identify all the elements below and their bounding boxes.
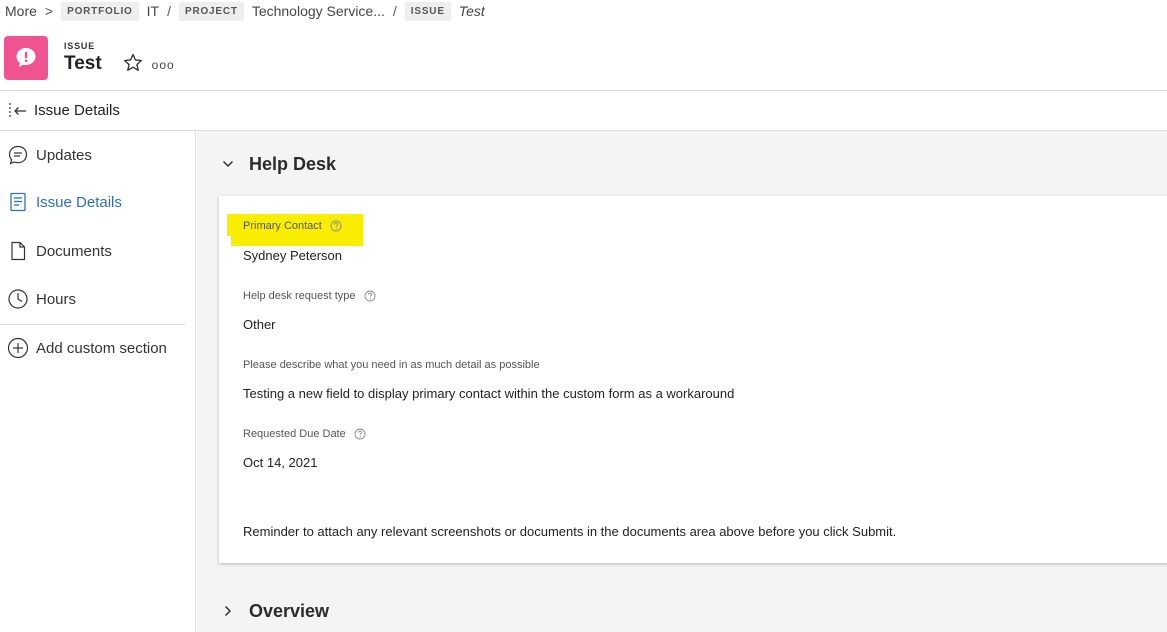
- help-desk-title: Help Desk: [249, 153, 337, 174]
- field-value-due-date[interactable]: Oct 14, 2021: [243, 455, 317, 470]
- primary-contact-highlight-mark: [227, 214, 235, 236]
- project-tag: PROJECT: [178, 1, 244, 21]
- chevron-right-icon: [221, 604, 241, 618]
- favorite-star-icon[interactable]: [122, 52, 144, 79]
- section-toolbar: Issue Details: [0, 91, 1167, 131]
- issue-tag: ISSUE: [404, 1, 451, 21]
- help-icon[interactable]: [330, 220, 342, 232]
- portfolio-tag: PORTFOLIO: [61, 1, 139, 21]
- submit-reminder-text: Reminder to attach any relevant screensh…: [243, 524, 897, 539]
- breadcrumb-current-issue: Test: [458, 3, 485, 19]
- field-label-text: Requested Due Date: [243, 428, 346, 440]
- sidebar: Updates Issue Details Documents Hours Ad…: [0, 131, 196, 632]
- field-label-text: Please describe what you need in as much…: [243, 359, 540, 371]
- help-icon[interactable]: [354, 428, 366, 440]
- field-value-request-type[interactable]: Other: [243, 317, 276, 332]
- field-value-description[interactable]: Testing a new field to display primary c…: [243, 386, 734, 401]
- details-icon: [0, 191, 36, 213]
- breadcrumb-more-link[interactable]: More: [0, 3, 37, 19]
- sidebar-item-label: Documents: [36, 242, 112, 260]
- sidebar-item-label: Add custom section: [36, 339, 167, 357]
- breadcrumb-portfolio-link[interactable]: IT: [147, 3, 159, 19]
- updates-icon: [0, 144, 36, 166]
- breadcrumb: More > PORTFOLIO IT / PROJECT Technology…: [0, 0, 485, 22]
- sidebar-item-updates[interactable]: Updates: [0, 137, 196, 173]
- object-type-label: ISSUE: [64, 41, 96, 51]
- field-label-due-date: Requested Due Date: [243, 428, 366, 440]
- field-label-text: Help desk request type: [243, 290, 356, 302]
- sidebar-item-add-custom-section[interactable]: Add custom section: [0, 330, 196, 366]
- help-desk-section-header[interactable]: Help Desk: [221, 150, 336, 178]
- title-block: ISSUE Test: [64, 41, 102, 75]
- main-content: Help Desk Primary Contact Sydney Peterso…: [197, 131, 1167, 632]
- sidebar-item-label: Issue Details: [36, 193, 122, 211]
- collapse-sidebar-icon[interactable]: [8, 101, 28, 121]
- breadcrumb-separator: >: [44, 3, 54, 19]
- breadcrumb-separator: /: [167, 3, 171, 19]
- sidebar-item-documents[interactable]: Documents: [0, 233, 196, 269]
- overview-title: Overview: [249, 600, 330, 621]
- document-icon: [0, 240, 36, 262]
- help-icon[interactable]: [364, 290, 376, 302]
- field-label-text: Primary Contact: [243, 220, 322, 232]
- object-header: ISSUE Test ooo: [4, 36, 175, 80]
- field-label-primary-contact: Primary Contact: [243, 220, 342, 232]
- breadcrumb-separator: /: [392, 3, 397, 19]
- overview-section-header[interactable]: Overview: [221, 597, 329, 625]
- chevron-down-icon: [221, 157, 241, 171]
- breadcrumb-project-link[interactable]: Technology Service...: [252, 3, 385, 19]
- sidebar-item-label: Hours: [36, 290, 77, 308]
- more-options-button[interactable]: ooo: [152, 58, 175, 72]
- page-title[interactable]: Test: [64, 53, 102, 75]
- clock-icon: [0, 288, 36, 310]
- plus-circle-icon: [0, 337, 36, 359]
- help-desk-form-card: Primary Contact Sydney Peterson Help des…: [219, 196, 1167, 563]
- sidebar-item-issue-details[interactable]: Issue Details: [0, 184, 196, 220]
- sidebar-divider: [0, 324, 185, 325]
- issue-exclamation-icon: [4, 36, 48, 80]
- field-label-description: Please describe what you need in as much…: [243, 359, 540, 371]
- field-value-primary-contact[interactable]: Sydney Peterson: [243, 248, 342, 263]
- field-label-request-type: Help desk request type: [243, 290, 376, 302]
- section-toolbar-title: Issue Details: [34, 102, 120, 119]
- sidebar-item-hours[interactable]: Hours: [0, 281, 196, 317]
- sidebar-item-label: Updates: [36, 146, 92, 164]
